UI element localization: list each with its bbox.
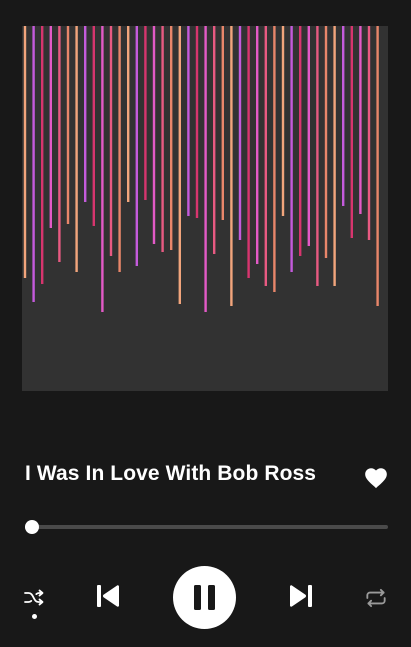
next-track-button[interactable] bbox=[287, 582, 315, 610]
previous-track-button[interactable] bbox=[94, 582, 122, 610]
skip-previous-icon bbox=[97, 585, 119, 607]
shuffle-button[interactable] bbox=[22, 586, 46, 610]
like-button[interactable] bbox=[363, 465, 389, 491]
progress-handle[interactable] bbox=[25, 520, 40, 534]
heart-icon bbox=[365, 468, 387, 489]
shuffle-active-indicator bbox=[32, 614, 37, 619]
album-artwork bbox=[22, 26, 388, 391]
shuffle-icon bbox=[24, 589, 44, 606]
skip-next-icon bbox=[290, 585, 312, 607]
repeat-button[interactable] bbox=[363, 585, 389, 611]
track-title: I Was In Love With Bob Ross bbox=[25, 462, 317, 485]
play-pause-button[interactable] bbox=[173, 566, 236, 629]
progress-bar[interactable] bbox=[25, 520, 388, 534]
pause-icon bbox=[194, 585, 215, 610]
repeat-icon bbox=[366, 588, 386, 608]
artwork-visualizer-bars bbox=[23, 26, 379, 312]
